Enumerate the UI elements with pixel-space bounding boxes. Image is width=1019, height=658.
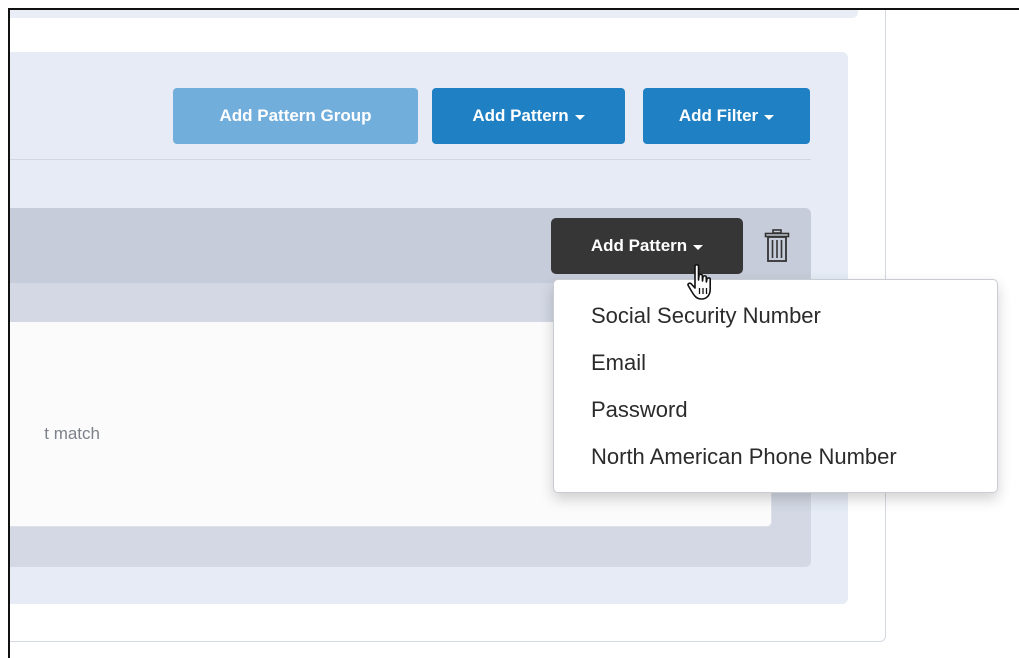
- app-screen: Add Pattern Group Add Pattern Add Filter…: [0, 0, 1019, 658]
- hand-pointer-icon: [686, 264, 716, 302]
- trash-icon[interactable]: [764, 229, 790, 263]
- menu-item-north-american-phone-number[interactable]: North American Phone Number: [554, 433, 997, 480]
- match-description: t match: [44, 424, 100, 443]
- menu-item-password[interactable]: Password: [554, 386, 997, 433]
- add-pattern-group-label: Add Pattern Group: [219, 106, 372, 125]
- add-pattern-label: Add Pattern: [472, 106, 569, 125]
- previous-panel-edge: [10, 10, 858, 18]
- add-pattern-button[interactable]: Add Pattern: [432, 88, 625, 144]
- menu-item-social-security-number[interactable]: Social Security Number: [554, 292, 997, 339]
- add-filter-button[interactable]: Add Filter: [643, 88, 810, 144]
- menu-item-email[interactable]: Email: [554, 339, 997, 386]
- add-pattern-group-button[interactable]: Add Pattern Group: [173, 88, 418, 144]
- caret-down-icon: [693, 244, 704, 250]
- add-filter-label: Add Filter: [678, 106, 759, 125]
- caret-down-icon: [574, 114, 585, 120]
- toolbar-divider: [10, 159, 811, 160]
- caret-down-icon: [764, 114, 775, 120]
- match-description-clip: t match: [10, 420, 110, 448]
- group-add-pattern-label: Add Pattern: [590, 236, 688, 255]
- add-pattern-dropdown-menu: Social Security Number Email Password No…: [553, 279, 998, 493]
